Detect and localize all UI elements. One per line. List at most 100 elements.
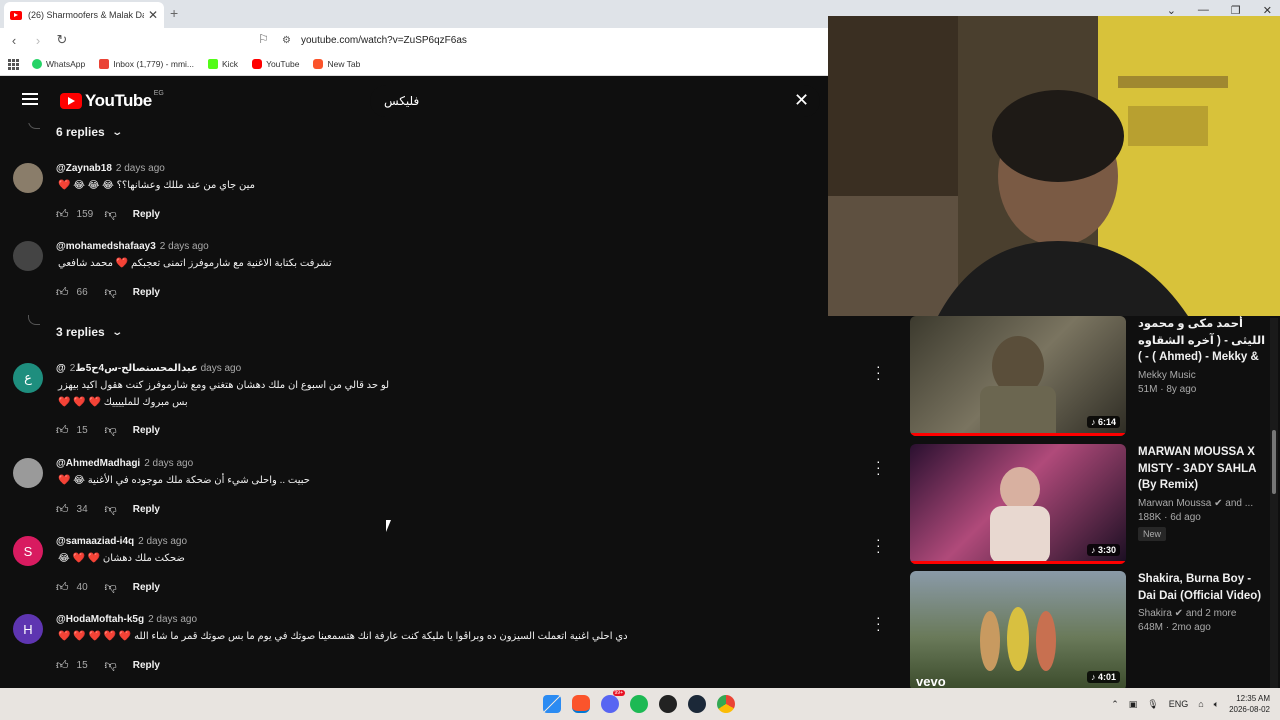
dislike-icon[interactable]: 👎︎: [105, 502, 117, 517]
url-field[interactable]: ⚙ youtube.com/watch?v=ZuSP6qzF6as: [282, 31, 822, 49]
reply-button[interactable]: Reply: [133, 660, 160, 671]
back-icon[interactable]: ‹: [4, 33, 24, 48]
comment-author[interactable]: @عبدالمحسنصالح-س4ح5ط: [56, 363, 198, 374]
comment-text: لو حد قالي من اسبوع ان ملك دهشان هتغني و…: [58, 380, 390, 391]
comment-actions: 👍︎ 15 👎︎ Reply: [56, 423, 160, 438]
like-icon[interactable]: 👍︎: [56, 580, 69, 595]
windows-start-icon[interactable]: [543, 695, 561, 713]
video-channel[interactable]: Shakira ✔ and 2 more: [1138, 608, 1268, 619]
reply-button[interactable]: Reply: [133, 209, 160, 220]
youtube-logo[interactable]: YouTube EG: [60, 90, 164, 111]
video-card[interactable]: ♪ 3:30 MARWAN MOUSSA X MISTY - 3ADY SAHL…: [910, 444, 1275, 564]
video-thumbnail[interactable]: ♪ 3:30: [910, 444, 1126, 564]
taskbar-apps: 99+: [543, 690, 735, 713]
scrollbar-thumb[interactable]: [1272, 430, 1276, 494]
video-title[interactable]: Shakira, Burna Boy - Dai Dai (Official V…: [1138, 571, 1268, 604]
video-meta: MARWAN MOUSSA X MISTY - 3ADY SAHLA (By R…: [1138, 444, 1268, 542]
avatar[interactable]: H: [13, 614, 43, 644]
reply-button[interactable]: Reply: [133, 582, 160, 593]
like-icon[interactable]: 👍︎: [56, 502, 69, 517]
reply-button[interactable]: Reply: [133, 425, 160, 436]
reply-button[interactable]: Reply: [133, 504, 160, 515]
tab-close-icon[interactable]: ✕: [148, 8, 158, 22]
bookmark-gmail[interactable]: Inbox (1,779) - mmi...: [99, 58, 194, 69]
comment-author[interactable]: @mohamedshafaay3: [56, 241, 156, 252]
menu-icon[interactable]: [22, 93, 38, 105]
youtube-icon: [252, 58, 263, 69]
steelseries-icon[interactable]: [659, 695, 677, 713]
chrome-icon[interactable]: [717, 695, 735, 713]
bookmark-new-tab[interactable]: New Tab: [313, 58, 360, 69]
bookmark-kick[interactable]: Kick: [208, 58, 238, 69]
language-indicator[interactable]: ENG: [1169, 699, 1189, 709]
comment-time[interactable]: 2 days ago: [138, 536, 187, 547]
avatar[interactable]: [13, 458, 43, 488]
page-scrollbar[interactable]: [1270, 318, 1278, 688]
site-info-icon[interactable]: ⚙: [282, 35, 291, 46]
bookmark-youtube[interactable]: YouTube: [252, 58, 299, 69]
video-meta: Shakira, Burna Boy - Dai Dai (Official V…: [1138, 571, 1268, 633]
chevron-up-icon[interactable]: ⌃: [1111, 699, 1119, 710]
like-icon[interactable]: 👍︎: [56, 423, 69, 438]
bookmark-icon[interactable]: ⚐: [258, 32, 269, 46]
replies-toggle[interactable]: 6 replies ⌄: [56, 125, 123, 139]
spotify-icon[interactable]: [630, 695, 648, 713]
more-actions-icon[interactable]: · · ·: [876, 532, 881, 558]
steam-icon[interactable]: [688, 695, 706, 713]
avatar[interactable]: ع: [13, 363, 43, 393]
video-card[interactable]: ♪ 6:14 أحمد مكى و محمود الليثى - ( آخره …: [910, 316, 1275, 436]
video-card[interactable]: vevo ♪ 4:01 Shakira, Burna Boy - Dai Dai…: [910, 571, 1275, 690]
video-title[interactable]: أحمد مكى و محمود الليثى - ( آخره الشقاوه…: [1138, 316, 1268, 366]
notification-badge: 99+: [612, 690, 625, 696]
dislike-icon[interactable]: 👎︎: [105, 207, 117, 222]
clock[interactable]: 12:35 AM 2026-08-02: [1229, 693, 1270, 715]
dislike-icon[interactable]: 👎︎: [105, 285, 117, 300]
dislike-icon[interactable]: 👎︎: [105, 580, 117, 595]
bookmark-whatsapp[interactable]: WhatsApp: [32, 58, 85, 69]
like-icon[interactable]: 👍︎: [56, 207, 69, 222]
tray-app-icon[interactable]: ▣: [1129, 699, 1138, 710]
more-actions-icon[interactable]: · · ·: [876, 359, 881, 385]
comment-time[interactable]: 2 days ago: [116, 163, 165, 174]
video-channel[interactable]: Mekky Music: [1138, 370, 1268, 381]
comment-time[interactable]: 2 days ago: [160, 241, 209, 252]
dislike-icon[interactable]: 👎︎: [105, 423, 117, 438]
video-thumbnail[interactable]: vevo ♪ 4:01: [910, 571, 1126, 690]
search-input[interactable]: فليكس: [370, 85, 820, 117]
comment-actions: 👍︎ 66 👎︎ Reply: [56, 285, 160, 300]
avatar[interactable]: S: [13, 536, 43, 566]
reply-button[interactable]: Reply: [133, 287, 160, 298]
microphone-icon[interactable]: 🎙︎: [1147, 699, 1158, 710]
like-icon[interactable]: 👍︎: [56, 658, 69, 673]
like-icon[interactable]: 👍︎: [56, 285, 69, 300]
more-actions-icon[interactable]: · · ·: [876, 610, 881, 636]
clear-search-icon[interactable]: ✕: [794, 90, 809, 111]
new-tab-button[interactable]: +: [170, 5, 178, 21]
comment-author[interactable]: @Zaynab18: [56, 163, 112, 174]
brave-browser-icon[interactable]: [572, 695, 590, 713]
browser-tab[interactable]: (26) Sharmoofers & Malak Dahsh ✕: [4, 2, 164, 28]
avatar[interactable]: [13, 163, 43, 193]
replies-toggle[interactable]: 3 replies ⌄: [56, 325, 123, 339]
tab-title: (26) Sharmoofers & Malak Dahsh: [28, 10, 144, 20]
network-icon[interactable]: ⌂: [1198, 699, 1203, 709]
comment-time[interactable]: 2 days ago: [144, 458, 193, 469]
forward-icon[interactable]: ›: [28, 33, 48, 48]
video-thumbnail[interactable]: ♪ 6:14: [910, 316, 1126, 436]
avatar[interactable]: [13, 241, 43, 271]
apps-grid-icon[interactable]: [8, 58, 19, 70]
dislike-icon[interactable]: 👎︎: [105, 658, 117, 673]
video-title[interactable]: MARWAN MOUSSA X MISTY - 3ADY SAHLA (By R…: [1138, 444, 1268, 494]
comment-text: تشرفت بكتابة الاغنية مع شارموفرز اتمنى ت…: [58, 258, 332, 269]
comment-time[interactable]: 2 days ago: [148, 614, 197, 625]
system-tray: ⌃ ▣ 🎙︎ ENG ⌂ 🔈︎ 12:35 AM 2026-08-02: [1111, 693, 1270, 715]
reload-icon[interactable]: ↻: [52, 32, 72, 48]
volume-icon[interactable]: 🔈︎: [1214, 699, 1219, 710]
more-actions-icon[interactable]: · · ·: [876, 454, 881, 480]
video-duration: ♪ 6:14: [1086, 416, 1120, 428]
comment-author[interactable]: @samaaziad-i4q: [56, 536, 134, 547]
video-channel[interactable]: Marwan Moussa ✔ and ...: [1138, 498, 1268, 509]
comment-author[interactable]: @HodaMoftah-k5g: [56, 614, 144, 625]
discord-icon[interactable]: 99+: [601, 690, 625, 713]
comment-author[interactable]: @AhmedMadhagi: [56, 458, 140, 469]
